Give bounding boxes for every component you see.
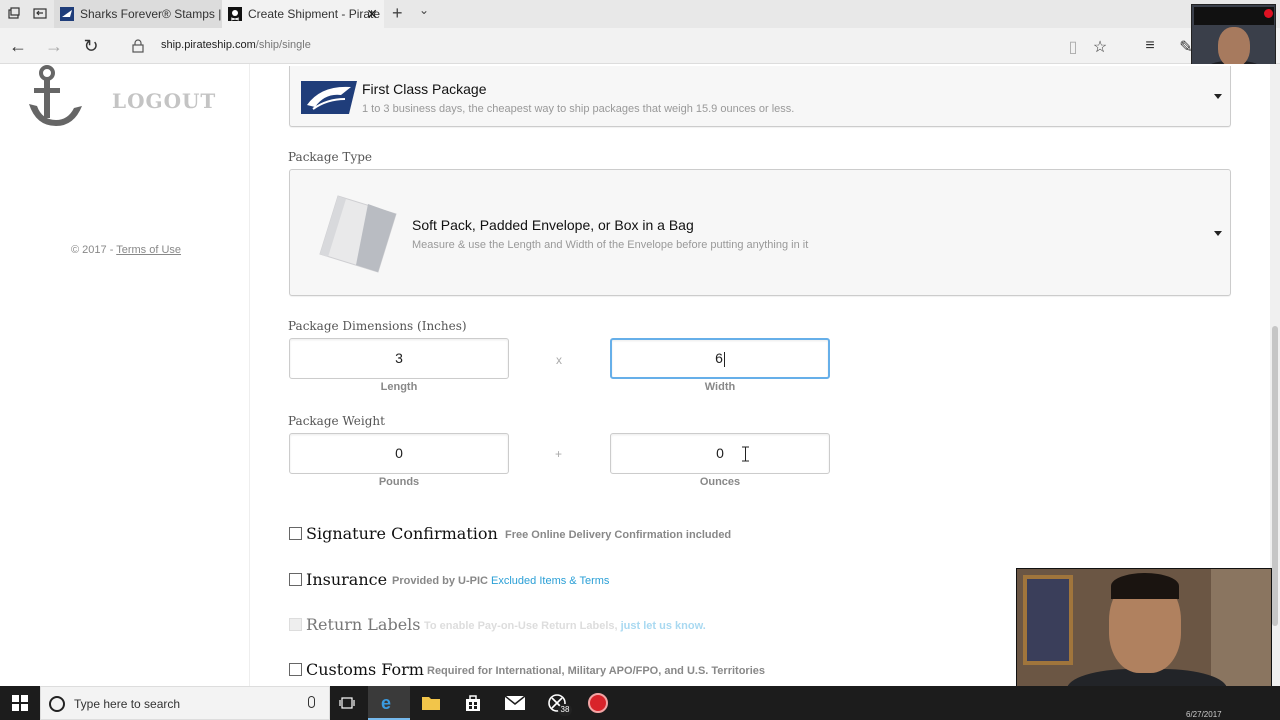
package-type-selector[interactable]: Soft Pack, Padded Envelope, or Box in a … bbox=[289, 169, 1231, 296]
tab-manager-icon[interactable] bbox=[6, 6, 22, 22]
option-title: Return Labels bbox=[306, 615, 421, 634]
set-aside-tabs-icon[interactable] bbox=[32, 6, 48, 22]
let-us-know-link[interactable]: just let us know. bbox=[621, 620, 706, 632]
task-view-icon[interactable] bbox=[326, 686, 368, 720]
ounces-label: Ounces bbox=[699, 476, 741, 488]
pirate-flag-icon bbox=[228, 7, 242, 21]
option-description: To enable Pay-on-Use Return Labels, bbox=[424, 620, 618, 632]
pounds-input[interactable]: 0 bbox=[289, 433, 509, 474]
length-input[interactable]: 3 bbox=[289, 338, 509, 379]
option-title[interactable]: Signature Confirmation bbox=[306, 524, 498, 543]
favorite-star-icon[interactable]: ☆ bbox=[1090, 37, 1110, 57]
logout-link[interactable]: LOGOUT bbox=[112, 89, 216, 113]
recorder-app-icon[interactable] bbox=[578, 686, 620, 720]
ounces-input[interactable]: 0 bbox=[610, 433, 830, 474]
forward-icon[interactable]: → bbox=[44, 36, 64, 56]
taskbar-search[interactable]: Type here to search bbox=[40, 686, 330, 720]
xbox-icon[interactable]: 38 bbox=[536, 686, 578, 720]
poly-mailer-icon bbox=[319, 195, 397, 273]
search-placeholder: Type here to search bbox=[74, 697, 181, 711]
option-description: Required for International, Military APO… bbox=[427, 665, 765, 677]
sidebar bbox=[0, 64, 250, 686]
usps-eagle-icon bbox=[301, 81, 357, 114]
option-description: Provided by U-PIC bbox=[392, 575, 488, 587]
close-tab-icon[interactable]: ✕ bbox=[366, 0, 378, 28]
mail-icon[interactable] bbox=[494, 686, 536, 720]
option-description: Free Online Delivery Confirmation includ… bbox=[505, 529, 732, 541]
dimensions-label: Package Dimensions (Inches) bbox=[288, 319, 467, 333]
width-input[interactable]: 6 bbox=[610, 338, 830, 379]
refresh-icon[interactable]: ↻ bbox=[81, 36, 101, 56]
package-type-label: Package Type bbox=[288, 150, 372, 164]
package-type-description: Measure & use the Length and Width of th… bbox=[412, 239, 809, 251]
option-title[interactable]: Insurance bbox=[306, 570, 387, 589]
weight-separator: + bbox=[555, 447, 563, 461]
cortana-icon bbox=[49, 696, 65, 712]
signature-confirmation-checkbox[interactable] bbox=[289, 527, 302, 540]
microphone-icon[interactable] bbox=[308, 696, 315, 708]
tab-title: Create Shipment - Pirate bbox=[248, 7, 381, 21]
address-bar-url[interactable]: ship.pirateship.com/ship/single bbox=[161, 39, 311, 51]
address-bar-row: ← → ↻ ship.pirateship.com/ship/single ▯ … bbox=[0, 28, 1280, 64]
tab-sharks-forever-stamps[interactable]: Sharks Forever® Stamps | U bbox=[54, 0, 222, 28]
anchor-logo[interactable] bbox=[26, 64, 86, 130]
chevron-down-icon[interactable]: ⌄ bbox=[419, 3, 429, 17]
browser-tab-bar: Sharks Forever® Stamps | U Create Shipme… bbox=[0, 0, 1280, 28]
windows-taskbar: Type here to search e 38 6/27/2017 bbox=[0, 686, 1280, 720]
tab-title: Sharks Forever® Stamps | U bbox=[80, 7, 222, 21]
customs-form-checkbox[interactable] bbox=[289, 663, 302, 676]
mouse-ibeam-cursor bbox=[742, 446, 749, 462]
text-cursor bbox=[723, 351, 725, 367]
xbox-badge: 38 bbox=[558, 704, 572, 716]
new-tab-icon[interactable]: + bbox=[392, 3, 403, 24]
lock-icon bbox=[132, 39, 144, 53]
package-type-title: Soft Pack, Padded Envelope, or Box in a … bbox=[412, 217, 694, 233]
length-label: Length bbox=[380, 381, 418, 393]
file-explorer-icon[interactable] bbox=[410, 686, 452, 720]
copyright: © 2017 - Terms of Use bbox=[71, 244, 182, 256]
hub-icon[interactable]: ≡ bbox=[1140, 37, 1160, 55]
store-icon[interactable] bbox=[452, 686, 494, 720]
weight-label: Package Weight bbox=[288, 414, 385, 428]
dropdown-caret-icon bbox=[1214, 94, 1222, 99]
return-labels-checkbox[interactable] bbox=[289, 618, 302, 631]
reading-view-icon[interactable]: ▯ bbox=[1063, 37, 1083, 57]
taskbar-date: 6/27/2017 bbox=[1186, 710, 1222, 719]
width-label: Width bbox=[704, 381, 736, 393]
tab-create-shipment[interactable]: Create Shipment - Pirate ✕ bbox=[222, 0, 384, 28]
service-description: 1 to 3 business days, the cheapest way t… bbox=[362, 103, 795, 115]
service-title: First Class Package bbox=[362, 81, 487, 97]
option-title[interactable]: Customs Form bbox=[306, 660, 424, 679]
insurance-checkbox[interactable] bbox=[289, 573, 302, 586]
windows-start-icon[interactable] bbox=[12, 695, 28, 711]
edge-browser-icon[interactable]: e bbox=[368, 686, 410, 720]
record-indicator-icon bbox=[1264, 9, 1273, 18]
back-icon[interactable]: ← bbox=[8, 36, 28, 56]
recorder-hud bbox=[1194, 7, 1274, 25]
dropdown-caret-icon bbox=[1214, 231, 1222, 236]
excluded-items-link[interactable]: Excluded Items & Terms bbox=[491, 575, 609, 587]
dimension-separator: x bbox=[556, 353, 562, 367]
terms-of-use-link[interactable]: Terms of Use bbox=[116, 244, 181, 256]
pounds-label: Pounds bbox=[378, 476, 420, 488]
service-selector[interactable]: First Class Package 1 to 3 business days… bbox=[289, 66, 1231, 127]
usps-eagle-icon bbox=[60, 7, 74, 21]
